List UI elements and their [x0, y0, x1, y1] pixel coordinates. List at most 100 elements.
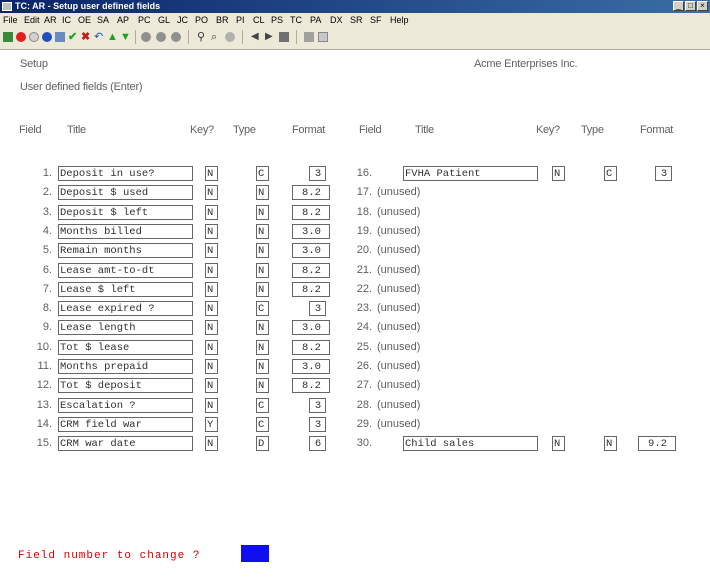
field-key-input[interactable]: N — [552, 436, 565, 451]
field-type-input[interactable]: N — [256, 340, 269, 355]
field-type-input[interactable]: N — [256, 224, 269, 239]
field-type-input[interactable]: N — [256, 359, 269, 374]
circle-button-2-icon[interactable] — [156, 32, 166, 42]
field-format-input[interactable]: 3 — [309, 166, 326, 181]
field-type-input[interactable]: N — [256, 320, 269, 335]
field-key-input[interactable]: N — [205, 301, 218, 316]
next-icon[interactable]: ▶ — [265, 32, 275, 42]
field-title-input[interactable]: Months billed — [58, 224, 193, 239]
menu-item-cl[interactable]: CL — [253, 13, 265, 27]
menu-item-ar[interactable]: AR — [44, 13, 57, 27]
binoculars-icon[interactable]: ⚲ — [197, 32, 207, 43]
menu-item-jc[interactable]: JC — [177, 13, 188, 27]
field-type-input[interactable]: C — [256, 301, 269, 316]
menu-item-oe[interactable]: OE — [78, 13, 91, 27]
field-key-input[interactable]: N — [552, 166, 565, 181]
field-type-input[interactable]: N — [256, 185, 269, 200]
field-title-input[interactable]: Lease expired ? — [58, 301, 193, 316]
field-number-input[interactable] — [241, 545, 269, 562]
field-key-input[interactable]: N — [205, 166, 218, 181]
circle-button-1-icon[interactable] — [141, 32, 151, 42]
list-icon[interactable] — [55, 32, 65, 42]
field-format-input[interactable]: 3.0 — [292, 320, 330, 335]
info-icon[interactable] — [42, 32, 52, 42]
field-type-input[interactable]: C — [256, 398, 269, 413]
field-title-input[interactable]: Child sales — [403, 436, 538, 451]
field-format-input[interactable]: 9.2 — [638, 436, 676, 451]
field-type-input[interactable]: N — [604, 436, 617, 451]
field-title-input[interactable]: Deposit in use? — [58, 166, 193, 181]
previous-icon[interactable]: ◀ — [251, 32, 261, 42]
field-format-input[interactable]: 3.0 — [292, 359, 330, 374]
menu-item-ic[interactable]: IC — [62, 13, 71, 27]
menu-item-help[interactable]: Help — [390, 13, 409, 27]
field-key-input[interactable]: N — [205, 436, 218, 451]
maximize-icon[interactable]: □ — [685, 1, 696, 11]
menu-item-ap[interactable]: AP — [117, 13, 129, 27]
field-type-input[interactable]: C — [256, 417, 269, 432]
field-key-input[interactable]: N — [205, 263, 218, 278]
calendar-icon[interactable] — [318, 32, 328, 42]
field-format-input[interactable]: 8.2 — [292, 282, 330, 297]
field-title-input[interactable]: Escalation ? — [58, 398, 193, 413]
menu-item-pc[interactable]: PC — [138, 13, 151, 27]
field-title-input[interactable]: Deposit $ used — [58, 185, 193, 200]
field-format-input[interactable]: 3 — [309, 398, 326, 413]
menu-item-pa[interactable]: PA — [310, 13, 321, 27]
circle-button-3-icon[interactable] — [171, 32, 181, 42]
close-icon[interactable]: × — [697, 1, 708, 11]
down-arrow-icon[interactable]: ▼ — [120, 32, 131, 43]
menu-item-gl[interactable]: GL — [158, 13, 170, 27]
minimize-icon[interactable]: _ — [673, 1, 684, 11]
menu-item-tc[interactable]: TC — [290, 13, 302, 27]
field-title-input[interactable]: Lease amt-to-dt — [58, 263, 193, 278]
field-title-input[interactable]: Tot $ lease — [58, 340, 193, 355]
field-title-input[interactable]: Months prepaid — [58, 359, 193, 374]
cancel-icon[interactable]: ✖ — [81, 32, 91, 43]
field-format-input[interactable]: 3.0 — [292, 243, 330, 258]
menu-item-sf[interactable]: SF — [370, 13, 382, 27]
field-key-input[interactable]: N — [205, 398, 218, 413]
field-key-input[interactable]: N — [205, 340, 218, 355]
zoom-icon[interactable]: ⌕ — [211, 32, 221, 43]
field-key-input[interactable]: N — [205, 320, 218, 335]
check-icon[interactable]: ✔ — [68, 32, 78, 43]
field-format-input[interactable]: 6 — [309, 436, 326, 451]
field-title-input[interactable]: Tot $ deposit — [58, 378, 193, 393]
field-key-input[interactable]: N — [205, 205, 218, 220]
field-title-input[interactable]: Remain months — [58, 243, 193, 258]
field-format-input[interactable]: 8.2 — [292, 340, 330, 355]
field-format-input[interactable]: 8.2 — [292, 378, 330, 393]
window-title-bar[interactable]: TC: AR - Setup user defined fields _ □ × — [0, 0, 710, 13]
field-type-input[interactable]: N — [256, 263, 269, 278]
field-type-input[interactable]: D — [256, 436, 269, 451]
help-icon[interactable] — [29, 32, 39, 42]
field-key-input[interactable]: N — [205, 359, 218, 374]
field-key-input[interactable]: Y — [205, 417, 218, 432]
field-title-input[interactable]: FVHA Patient — [403, 166, 538, 181]
menu-item-pi[interactable]: PI — [236, 13, 245, 27]
menu-item-dx[interactable]: DX — [330, 13, 343, 27]
field-key-input[interactable]: N — [205, 243, 218, 258]
field-type-input[interactable]: C — [256, 166, 269, 181]
menu-item-po[interactable]: PO — [195, 13, 208, 27]
field-format-input[interactable]: 8.2 — [292, 185, 330, 200]
field-format-input[interactable]: 3.0 — [292, 224, 330, 239]
undo-icon[interactable]: ↶ — [94, 32, 104, 43]
field-title-input[interactable]: Lease $ left — [58, 282, 193, 297]
field-key-input[interactable]: N — [205, 378, 218, 393]
menu-item-ps[interactable]: PS — [271, 13, 283, 27]
run-icon[interactable] — [3, 32, 13, 42]
field-type-input[interactable]: N — [256, 378, 269, 393]
field-type-input[interactable]: N — [256, 243, 269, 258]
field-title-input[interactable]: CRM war date — [58, 436, 193, 451]
field-key-input[interactable]: N — [205, 282, 218, 297]
menu-item-br[interactable]: BR — [216, 13, 229, 27]
printer-icon[interactable] — [279, 32, 289, 42]
field-key-input[interactable]: N — [205, 224, 218, 239]
calculator-icon[interactable] — [304, 32, 314, 42]
field-type-input[interactable]: C — [604, 166, 617, 181]
menu-item-edit[interactable]: Edit — [24, 13, 40, 27]
field-key-input[interactable]: N — [205, 185, 218, 200]
field-format-input[interactable]: 8.2 — [292, 205, 330, 220]
